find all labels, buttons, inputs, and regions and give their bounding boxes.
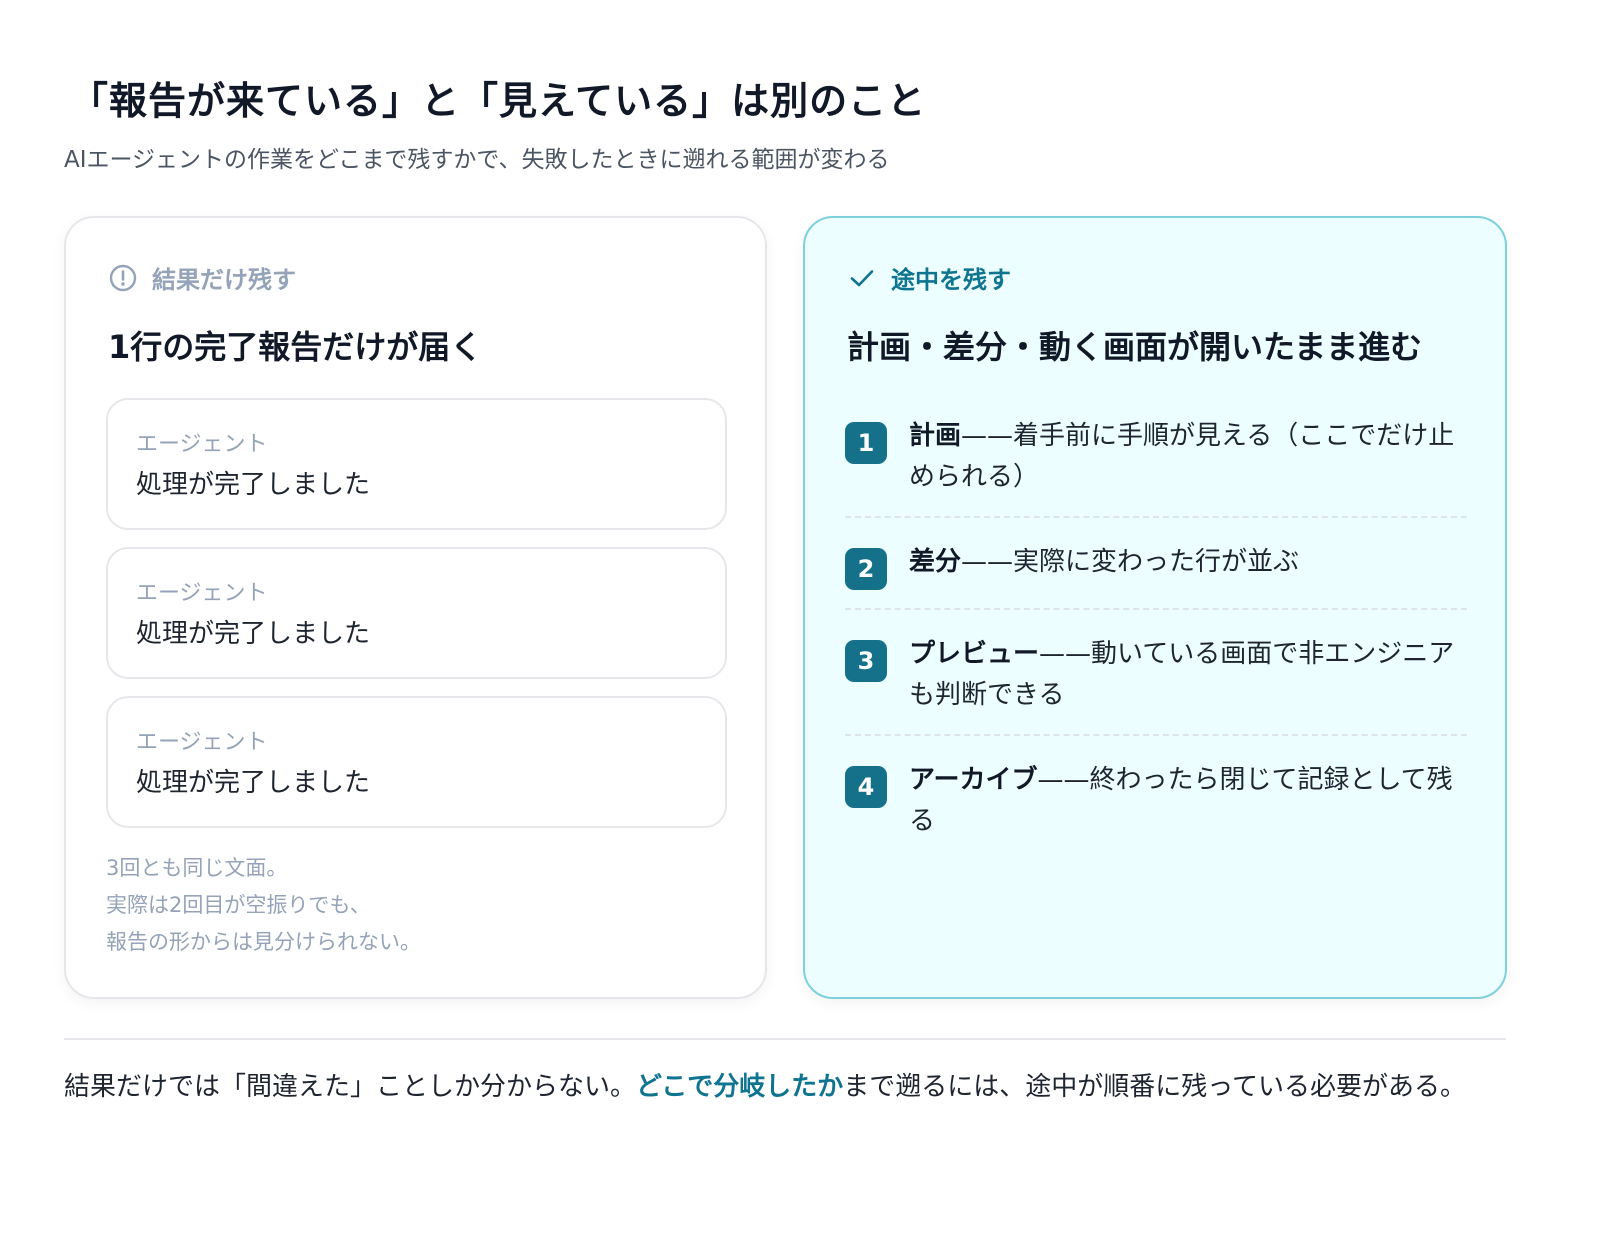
step-divider xyxy=(845,734,1467,736)
section-divider xyxy=(64,1038,1506,1040)
note-line: 3回とも同じ文面。 xyxy=(106,856,288,880)
alert-circle-icon xyxy=(108,263,138,293)
message-text: 処理が完了しました xyxy=(136,768,371,798)
footer-text: まで遡るには、途中が順番に残っている必要がある。 xyxy=(843,1072,1466,1102)
note-line: 実際は2回目が空振りでも、 xyxy=(106,893,371,917)
step-divider xyxy=(845,608,1467,610)
message-bubble: エージェント 処理が完了しました xyxy=(106,398,727,530)
step-number-badge: 4 xyxy=(845,766,887,808)
step-divider xyxy=(845,516,1467,518)
footer-highlight: どこで分岐したか xyxy=(636,1072,844,1102)
page-title: 「報告が来ている」と「見えている」は別のこと xyxy=(70,79,927,123)
check-icon xyxy=(847,263,877,293)
card-results-only: 結果だけ残す 1行の完了報告だけが届く エージェント 処理が完了しました エージ… xyxy=(64,216,767,999)
message-bubble: エージェント 処理が完了しました xyxy=(106,547,727,679)
message-sender: エージェント xyxy=(136,581,268,606)
step-term: プレビュー xyxy=(909,639,1040,669)
note-line: 報告の形からは見分けられない。 xyxy=(106,930,421,954)
step-desc: ——実際に変わった行が並ぶ xyxy=(961,547,1300,577)
step-text: 差分——実際に変わった行が並ぶ xyxy=(909,542,1465,590)
message-text: 処理が完了しました xyxy=(136,470,371,500)
card-label-text: 結果だけ残す xyxy=(152,266,296,294)
message-text: 処理が完了しました xyxy=(136,619,371,649)
step-term: 差分 xyxy=(909,547,962,577)
step-number-badge: 2 xyxy=(845,548,887,590)
step-number-badge: 1 xyxy=(845,422,887,464)
step-item: 2 差分——実際に変わった行が並ぶ xyxy=(845,536,1467,590)
step-term: アーカイブ xyxy=(909,765,1038,795)
step-desc: ——着手前に手順が見える（ここでだけ止められる） xyxy=(909,421,1455,492)
step-item: 3 プレビュー——動いている画面で非エンジニアも判断できる xyxy=(845,628,1467,716)
card-label: 途中を残す xyxy=(847,260,1011,295)
step-item: 1 計画——着手前に手順が見える（ここでだけ止められる） xyxy=(845,410,1467,498)
step-term: 計画 xyxy=(909,421,962,451)
card-note: 3回とも同じ文面。 実際は2回目が空振りでも、 報告の形からは見分けられない。 xyxy=(106,850,421,961)
message-sender: エージェント xyxy=(136,730,268,755)
step-list: 1 計画——着手前に手順が見える（ここでだけ止められる） 2 差分——実際に変わ… xyxy=(845,410,1467,842)
step-text: 計画——着手前に手順が見える（ここでだけ止められる） xyxy=(909,416,1465,498)
card-label: 結果だけ残す xyxy=(108,260,296,295)
card-label-text: 途中を残す xyxy=(891,266,1011,294)
footer-summary: 結果だけでは「間違えた」ことしか分からない。どこで分岐したかまで遡るには、途中が… xyxy=(64,1064,1506,1111)
card-heading: 1行の完了報告だけが届く xyxy=(108,328,483,366)
card-keep-process: 途中を残す 計画・差分・動く画面が開いたまま進む 1 計画——着手前に手順が見え… xyxy=(803,216,1507,999)
step-text: プレビュー——動いている画面で非エンジニアも判断できる xyxy=(909,634,1465,716)
message-bubble: エージェント 処理が完了しました xyxy=(106,696,727,828)
message-sender: エージェント xyxy=(136,432,268,457)
card-heading: 計画・差分・動く画面が開いたまま進む xyxy=(847,328,1423,366)
footer-text: 結果だけでは「間違えた」ことしか分からない。 xyxy=(64,1072,637,1102)
step-item: 4 アーカイブ——終わったら閉じて記録として残る xyxy=(845,754,1467,842)
step-number-badge: 3 xyxy=(845,640,887,682)
step-text: アーカイブ——終わったら閉じて記録として残る xyxy=(909,760,1465,842)
page-subtitle: AIエージェントの作業をどこまで残すかで、失敗したときに遡れる範囲が変わる xyxy=(64,147,890,173)
